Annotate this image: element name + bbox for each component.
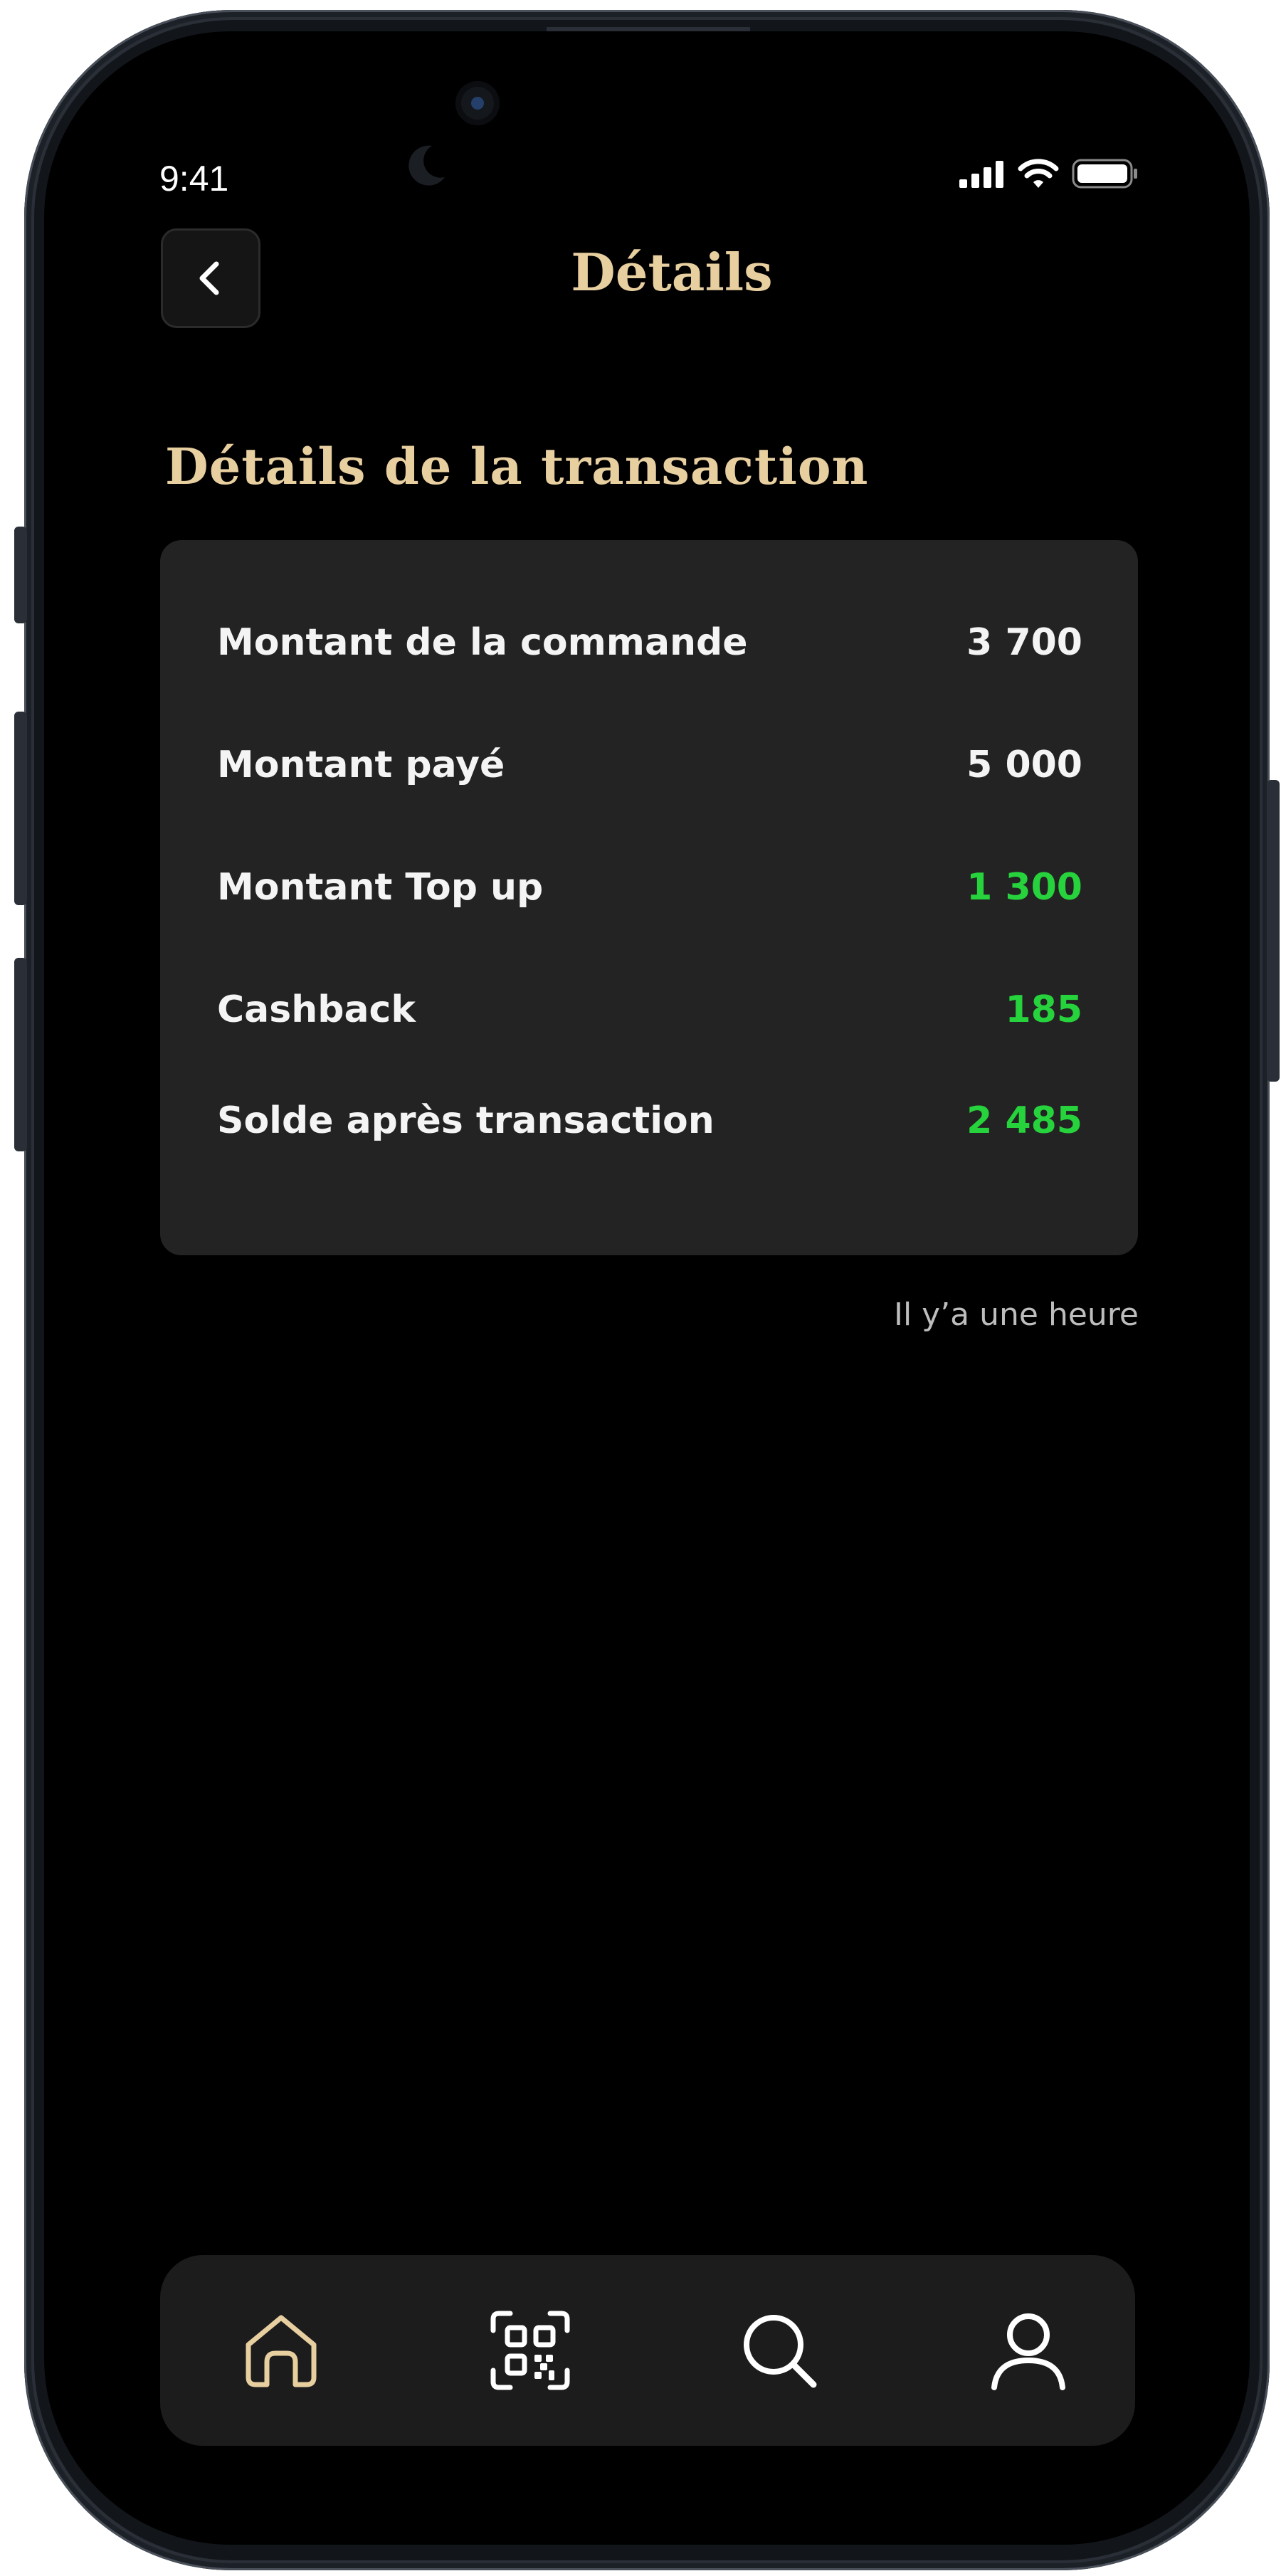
device-volume-up-button (14, 712, 27, 905)
detail-label: Montant payé (217, 744, 505, 786)
detail-row-order-amount: Montant de la commande 3 700 (217, 621, 1082, 664)
profile-icon (991, 2313, 1065, 2390)
device-volume-down-button (14, 958, 27, 1151)
detail-value: 1 300 (966, 866, 1082, 909)
detail-value: 2 485 (966, 1099, 1082, 1142)
section-title: Détails de la transaction (165, 437, 869, 496)
battery-icon (1072, 159, 1137, 189)
nav-search[interactable] (737, 2308, 822, 2393)
status-icons (959, 158, 1139, 189)
nav-profile[interactable] (986, 2308, 1071, 2393)
device-power-button (1267, 780, 1280, 1082)
qr-code-icon (490, 2311, 570, 2390)
detail-value: 5 000 (966, 744, 1082, 786)
detail-value: 185 (1005, 988, 1082, 1031)
nav-qr-scan[interactable] (487, 2308, 573, 2393)
detail-label: Montant de la commande (217, 621, 748, 664)
search-icon (744, 2315, 817, 2388)
nav-home[interactable] (238, 2308, 324, 2393)
page-title: Détails (571, 242, 773, 302)
detail-row-topup-amount: Montant Top up 1 300 (217, 866, 1082, 909)
transaction-details-card: Montant de la commande 3 700 Montant pay… (160, 540, 1138, 1255)
detail-row-cashback: Cashback 185 (217, 988, 1082, 1031)
front-camera (455, 81, 500, 125)
detail-row-balance-after: Solde après transaction 2 485 (217, 1099, 1082, 1142)
detail-row-paid-amount: Montant payé 5 000 (217, 744, 1082, 786)
detail-label: Cashback (217, 988, 416, 1031)
home-icon (246, 2315, 317, 2387)
detail-label: Solde après transaction (217, 1099, 715, 1142)
app-screen: 9:41 Détails Détails de la transaction M… (44, 31, 1250, 2545)
transaction-timestamp: Il y’a une heure (893, 1297, 1139, 1333)
device-action-button (14, 527, 27, 623)
status-time: 9:41 (159, 159, 229, 199)
detail-value: 3 700 (966, 621, 1082, 664)
wifi-icon (1018, 159, 1059, 188)
moon-icon (408, 145, 445, 186)
detail-label: Montant Top up (217, 866, 544, 909)
bottom-nav (160, 2255, 1135, 2446)
signal-icon (959, 161, 1003, 188)
